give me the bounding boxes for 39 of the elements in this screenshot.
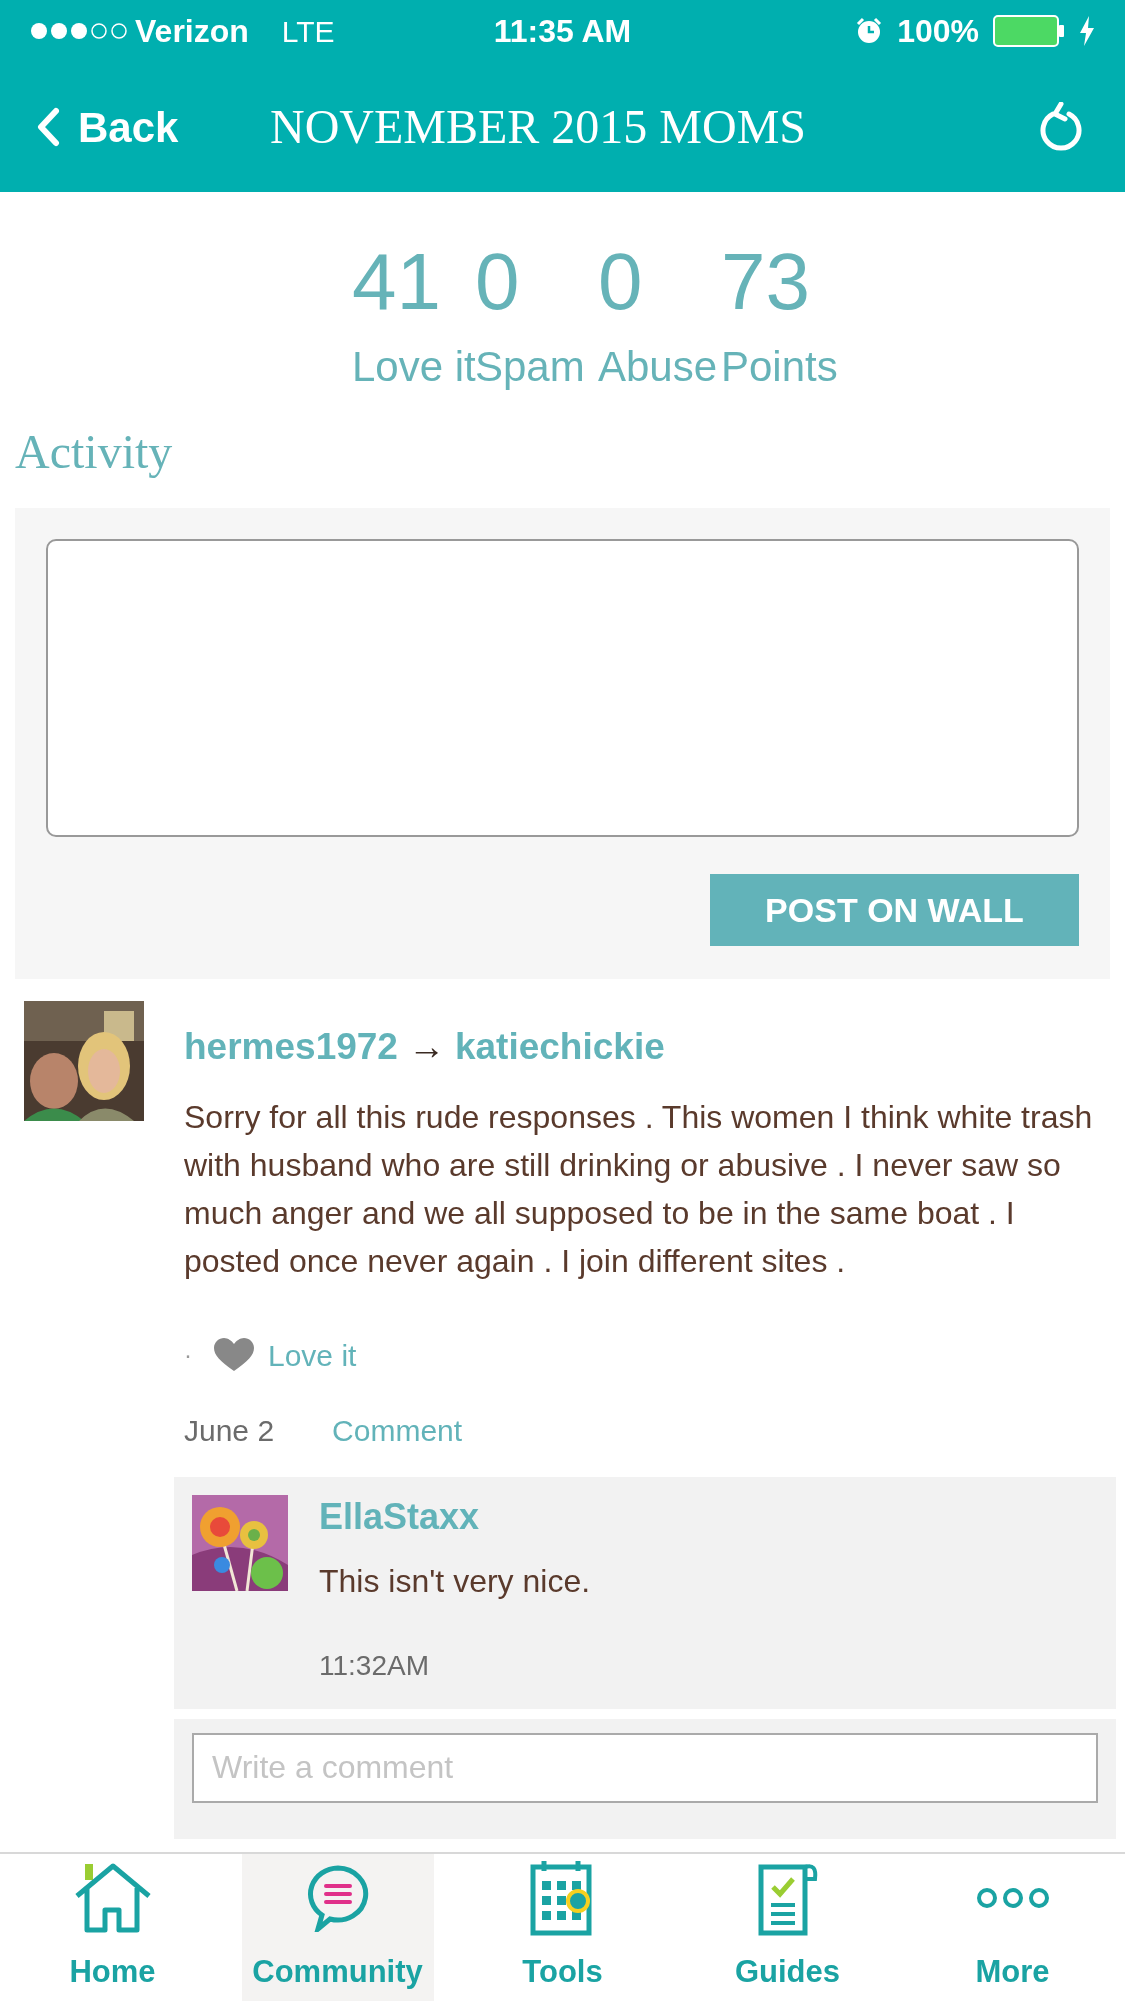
- stat-value: 0: [598, 242, 644, 322]
- stat-label: Abuse: [598, 346, 719, 388]
- love-it-link[interactable]: Love it: [212, 1332, 357, 1378]
- comment-time: 11:32AM: [319, 1648, 430, 1683]
- separator-dot: ·: [184, 1340, 192, 1370]
- more-icon: [974, 1886, 1051, 1911]
- back-button[interactable]: Back: [36, 95, 179, 159]
- signal-icon: [30, 21, 130, 41]
- comment-input[interactable]: Write a comment: [192, 1732, 1098, 1803]
- carrier-name: Verizon: [135, 12, 249, 51]
- stat-value: 0: [475, 242, 521, 322]
- stat-label: Spam: [475, 346, 586, 388]
- stat-label: Points: [721, 346, 839, 388]
- post-on-wall-button[interactable]: POST ON WALL: [710, 874, 1079, 946]
- chevron-left-icon: [36, 107, 60, 147]
- charging-icon: [1079, 16, 1095, 46]
- stat-value: 41: [352, 242, 442, 322]
- clock-time: 11:35 AM: [493, 12, 632, 51]
- post-text: Sorry for all this rude responses . This women I think white trash with husband who are still drinking or abusive . I never saw so much anger and we all supposed to be in the same boat . I posted once never again . I join different sites .: [184, 1097, 1094, 1281]
- tab-button[interactable]: Community: [241, 1854, 434, 2001]
- author-link[interactable]: hermes1972: [184, 1019, 398, 1075]
- comment-author[interactable]: EllaStaxx: [319, 1498, 591, 1535]
- network-type: LTE: [281, 13, 335, 50]
- battery-icon: [993, 15, 1065, 47]
- post-date: June 2: [184, 1412, 275, 1449]
- stat-value: 73: [721, 242, 811, 322]
- section-heading: Activity: [15, 428, 174, 476]
- alarm-icon: [855, 17, 884, 45]
- chat-bubble-icon: [305, 1864, 370, 1933]
- page-title: NOVEMBER 2015 MOMS: [270, 99, 807, 155]
- heart-icon: [212, 1337, 256, 1373]
- comment-link[interactable]: Comment: [332, 1407, 463, 1453]
- stat-label: Love it: [352, 346, 475, 388]
- refresh-icon[interactable]: [1039, 102, 1085, 152]
- arrow-text: →: [407, 1025, 445, 1069]
- comment-text: This isn't very nice.: [319, 1561, 591, 1601]
- battery-percent: 100%: [897, 12, 979, 51]
- post-input[interactable]: [46, 539, 1079, 837]
- recipient-link[interactable]: katiechickie: [454, 1019, 665, 1075]
